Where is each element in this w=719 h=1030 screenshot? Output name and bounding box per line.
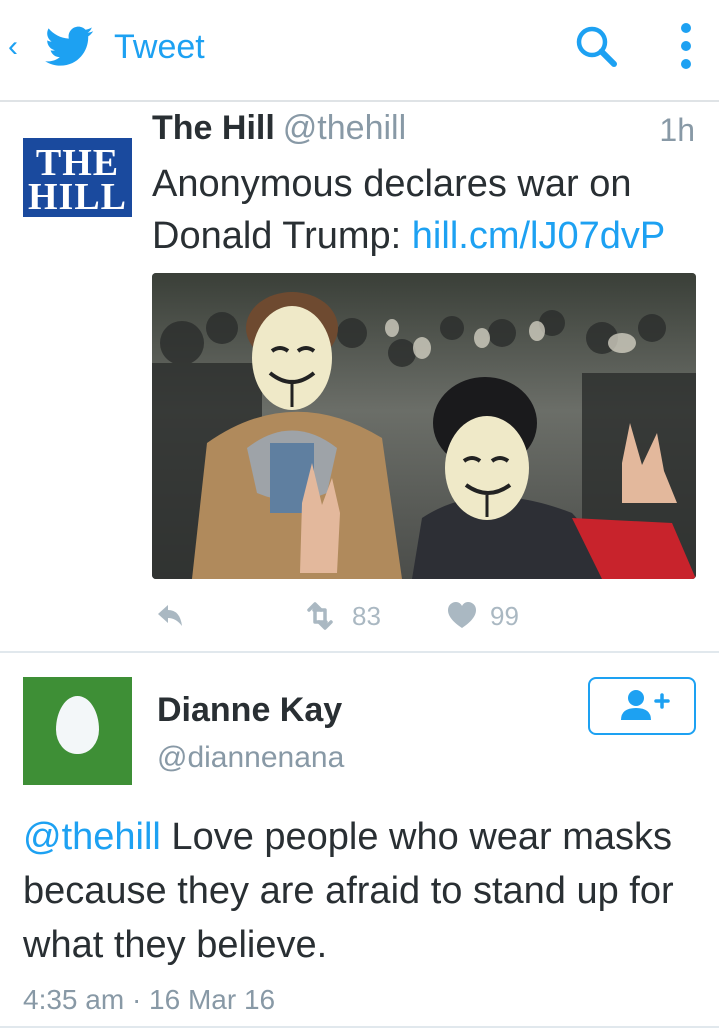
- reply-icon[interactable]: [152, 598, 188, 634]
- more-vertical-icon[interactable]: [668, 20, 704, 76]
- tweet-text: Anonymous declares war on Donald Trump: …: [152, 158, 702, 262]
- reply-author-name[interactable]: Dianne Kay: [157, 690, 342, 730]
- page-title: Tweet: [114, 28, 205, 66]
- avatar[interactable]: THE HILL: [23, 108, 132, 217]
- avatar-logo-text: THE: [35, 142, 120, 184]
- reply-author-handle[interactable]: @diannenana: [157, 738, 344, 778]
- tweet-photo[interactable]: [152, 273, 696, 579]
- retweet-icon[interactable]: [302, 598, 338, 634]
- photo-illustration: [152, 273, 696, 579]
- follow-button[interactable]: [588, 677, 696, 735]
- like-icon[interactable]: [446, 598, 478, 634]
- reply-mention[interactable]: @thehill: [23, 816, 161, 858]
- follow-user-icon: [621, 690, 670, 720]
- egg-icon: [56, 696, 99, 754]
- divider: [0, 651, 719, 653]
- top-bar: ‹ Tweet: [0, 0, 719, 102]
- divider: [0, 1026, 719, 1028]
- search-icon[interactable]: [572, 22, 620, 70]
- avatar-band: [23, 108, 132, 138]
- tweet-link[interactable]: hill.cm/lJ07dvP: [412, 215, 665, 257]
- avatar[interactable]: [23, 677, 132, 785]
- author-handle: @thehill: [282, 109, 407, 147]
- reply-text: @thehill Love people who wear masks beca…: [23, 810, 713, 972]
- author-name: The Hill: [152, 109, 275, 147]
- like-count: 99: [490, 601, 519, 631]
- reply-timestamp: 4:35 am · 16 Mar 16: [23, 984, 276, 1015]
- tweet-author[interactable]: The Hill @thehill: [152, 108, 406, 148]
- avatar-logo-text: HILL: [27, 176, 128, 217]
- back-chevron-icon[interactable]: ‹: [8, 30, 30, 64]
- twitter-bird-icon[interactable]: [44, 22, 96, 70]
- tweet-time: 1h: [659, 112, 695, 148]
- tweet-actions: 83 99: [152, 598, 696, 634]
- retweet-count: 83: [352, 601, 381, 631]
